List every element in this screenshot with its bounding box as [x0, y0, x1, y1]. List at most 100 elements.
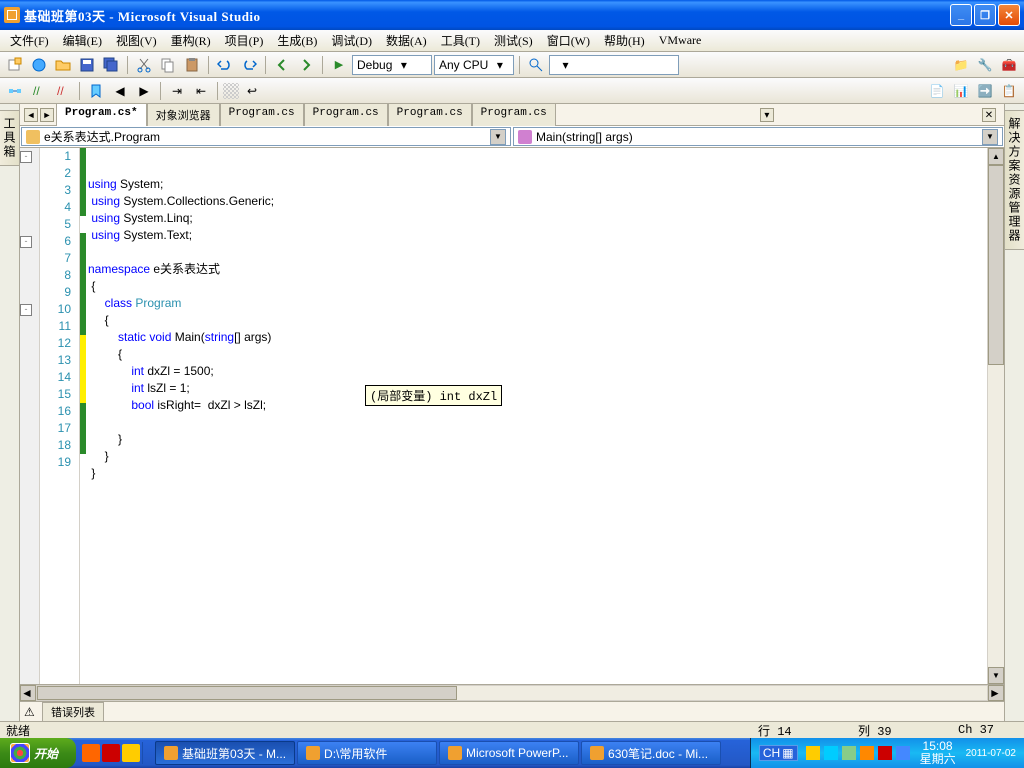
menu-item[interactable]: 编辑(E)	[57, 30, 108, 51]
comment-button[interactable]: //	[28, 80, 50, 102]
scroll-left-button[interactable]: ◄	[20, 685, 36, 701]
menu-item[interactable]: 生成(B)	[271, 30, 323, 51]
ql-icon[interactable]	[82, 744, 100, 762]
paste-button[interactable]	[181, 54, 203, 76]
bottom-dock: ⚠ 错误列表	[20, 701, 1004, 721]
find-combo[interactable]: ▾	[549, 55, 679, 75]
date: 2011-07-02	[960, 747, 1016, 760]
new-website-button[interactable]	[28, 54, 50, 76]
member-nav-combo[interactable]: Main(string[] args)▼	[513, 127, 1003, 146]
task-button[interactable]: 630笔记.doc - Mi...	[581, 741, 721, 765]
file-tab[interactable]: Program.cs	[220, 103, 304, 126]
type-nav-combo[interactable]: e关系表达式.Program▼	[21, 127, 511, 146]
indicator-margin: - - -	[20, 148, 40, 684]
scroll-down-button[interactable]: ▼	[988, 667, 1004, 684]
language-bar[interactable]: CH▦	[759, 745, 798, 761]
bookmark-button[interactable]	[85, 80, 107, 102]
uncomment-button[interactable]: //	[52, 80, 74, 102]
tray-icon[interactable]	[878, 746, 892, 760]
file-tab[interactable]: 对象浏览器	[147, 103, 220, 126]
toolbox-button[interactable]: 🧰	[998, 54, 1020, 76]
horizontal-scrollbar[interactable]: ◄ ►	[20, 684, 1004, 701]
clock[interactable]: 15:08 星期六	[914, 740, 956, 766]
next-bookmark-button[interactable]: ▶	[133, 80, 155, 102]
task-button[interactable]: D:\常用软件	[297, 741, 437, 765]
start-button[interactable]: 开始	[0, 738, 76, 768]
nav-forward-button[interactable]	[295, 54, 317, 76]
menu-item[interactable]: 调试(D)	[325, 30, 378, 51]
cut-button[interactable]	[133, 54, 155, 76]
menu-item[interactable]: 重构(R)	[165, 30, 217, 51]
open-file-button[interactable]	[52, 54, 74, 76]
config-combo[interactable]: Debug▾	[352, 55, 432, 75]
properties-button[interactable]: 🔧	[974, 54, 996, 76]
tray-icon[interactable]	[896, 746, 910, 760]
save-all-button[interactable]	[100, 54, 122, 76]
ql-icon[interactable]	[102, 744, 120, 762]
menu-item[interactable]: 帮助(H)	[598, 30, 651, 51]
menu-item[interactable]: 测试(S)	[488, 30, 539, 51]
solution-explorer-button[interactable]: 📁	[950, 54, 972, 76]
code-editor[interactable]: - - - 12345678910111213141516171819 usin…	[20, 148, 1004, 684]
tab-list-button[interactable]: ▾	[760, 108, 774, 122]
scroll-thumb[interactable]	[37, 686, 457, 700]
menu-item[interactable]: 数据(A)	[380, 30, 433, 51]
menu-item[interactable]: 工具(T)	[435, 30, 486, 51]
menu-item[interactable]: 项目(P)	[219, 30, 270, 51]
right-dock: 解决方案资源管理器	[1004, 104, 1024, 721]
close-button[interactable]: ✕	[998, 4, 1020, 26]
solution-explorer-tab[interactable]: 解决方案资源管理器	[1004, 110, 1024, 250]
code-text[interactable]: using System; using System.Collections.G…	[86, 148, 987, 684]
tray-icon[interactable]	[860, 746, 874, 760]
misc-button-3[interactable]: ➡️	[974, 80, 996, 102]
tray-icon[interactable]	[806, 746, 820, 760]
new-project-button[interactable]	[4, 54, 26, 76]
tab-scroll-right[interactable]: ►	[40, 108, 54, 122]
menu-item[interactable]: 视图(V)	[110, 30, 163, 51]
save-button[interactable]	[76, 54, 98, 76]
ql-icon[interactable]	[122, 744, 140, 762]
platform-combo[interactable]: Any CPU▾	[434, 55, 514, 75]
copy-button[interactable]	[157, 54, 179, 76]
scroll-up-button[interactable]: ▲	[988, 148, 1004, 165]
scroll-thumb[interactable]	[988, 165, 1004, 365]
file-tab[interactable]: Program.cs*	[56, 103, 147, 126]
taskbar: 开始 基础班第03天 - M...D:\常用软件Microsoft PowerP…	[0, 738, 1024, 768]
menu-item[interactable]: 文件(F)	[4, 30, 55, 51]
menu-item[interactable]: VMware	[653, 31, 708, 50]
file-tab[interactable]: Program.cs	[388, 103, 472, 126]
error-list-tab[interactable]: 错误列表	[42, 702, 104, 722]
file-tab[interactable]: Program.cs	[304, 103, 388, 126]
outline-toggle[interactable]: -	[20, 151, 32, 163]
scroll-right-button[interactable]: ►	[988, 685, 1004, 701]
document-tabs: ◄ ► Program.cs*对象浏览器Program.csProgram.cs…	[20, 104, 1004, 126]
undo-button[interactable]	[214, 54, 236, 76]
tray-icon[interactable]	[824, 746, 838, 760]
tab-scroll-left[interactable]: ◄	[24, 108, 38, 122]
start-debug-button[interactable]: ▶	[328, 54, 350, 76]
task-button[interactable]: 基础班第03天 - M...	[155, 741, 295, 765]
vertical-scrollbar[interactable]: ▲ ▼	[987, 148, 1004, 684]
outdent-button[interactable]: ⇤	[190, 80, 212, 102]
misc-button-2[interactable]: 📊	[950, 80, 972, 102]
close-tab-button[interactable]: ✕	[982, 108, 996, 122]
file-tab[interactable]: Program.cs	[472, 103, 556, 126]
maximize-button[interactable]: ❐	[974, 4, 996, 26]
redo-button[interactable]	[238, 54, 260, 76]
minimize-button[interactable]: _	[950, 4, 972, 26]
display-object-button[interactable]	[4, 80, 26, 102]
word-wrap-button[interactable]: ↩	[241, 80, 263, 102]
task-button[interactable]: Microsoft PowerP...	[439, 741, 579, 765]
misc-button-1[interactable]: 📄	[926, 80, 948, 102]
nav-back-button[interactable]	[271, 54, 293, 76]
find-in-files-button[interactable]	[525, 54, 547, 76]
tray-icon[interactable]	[842, 746, 856, 760]
outline-toggle[interactable]: -	[20, 236, 32, 248]
toolbox-tab[interactable]: 工具箱	[0, 110, 20, 166]
menu-item[interactable]: 窗口(W)	[541, 30, 596, 51]
prev-bookmark-button[interactable]: ◀	[109, 80, 131, 102]
misc-button-4[interactable]: 📋	[998, 80, 1020, 102]
outline-toggle[interactable]: -	[20, 304, 32, 316]
toggle-ws-button[interactable]	[223, 83, 239, 99]
indent-button[interactable]: ⇥	[166, 80, 188, 102]
